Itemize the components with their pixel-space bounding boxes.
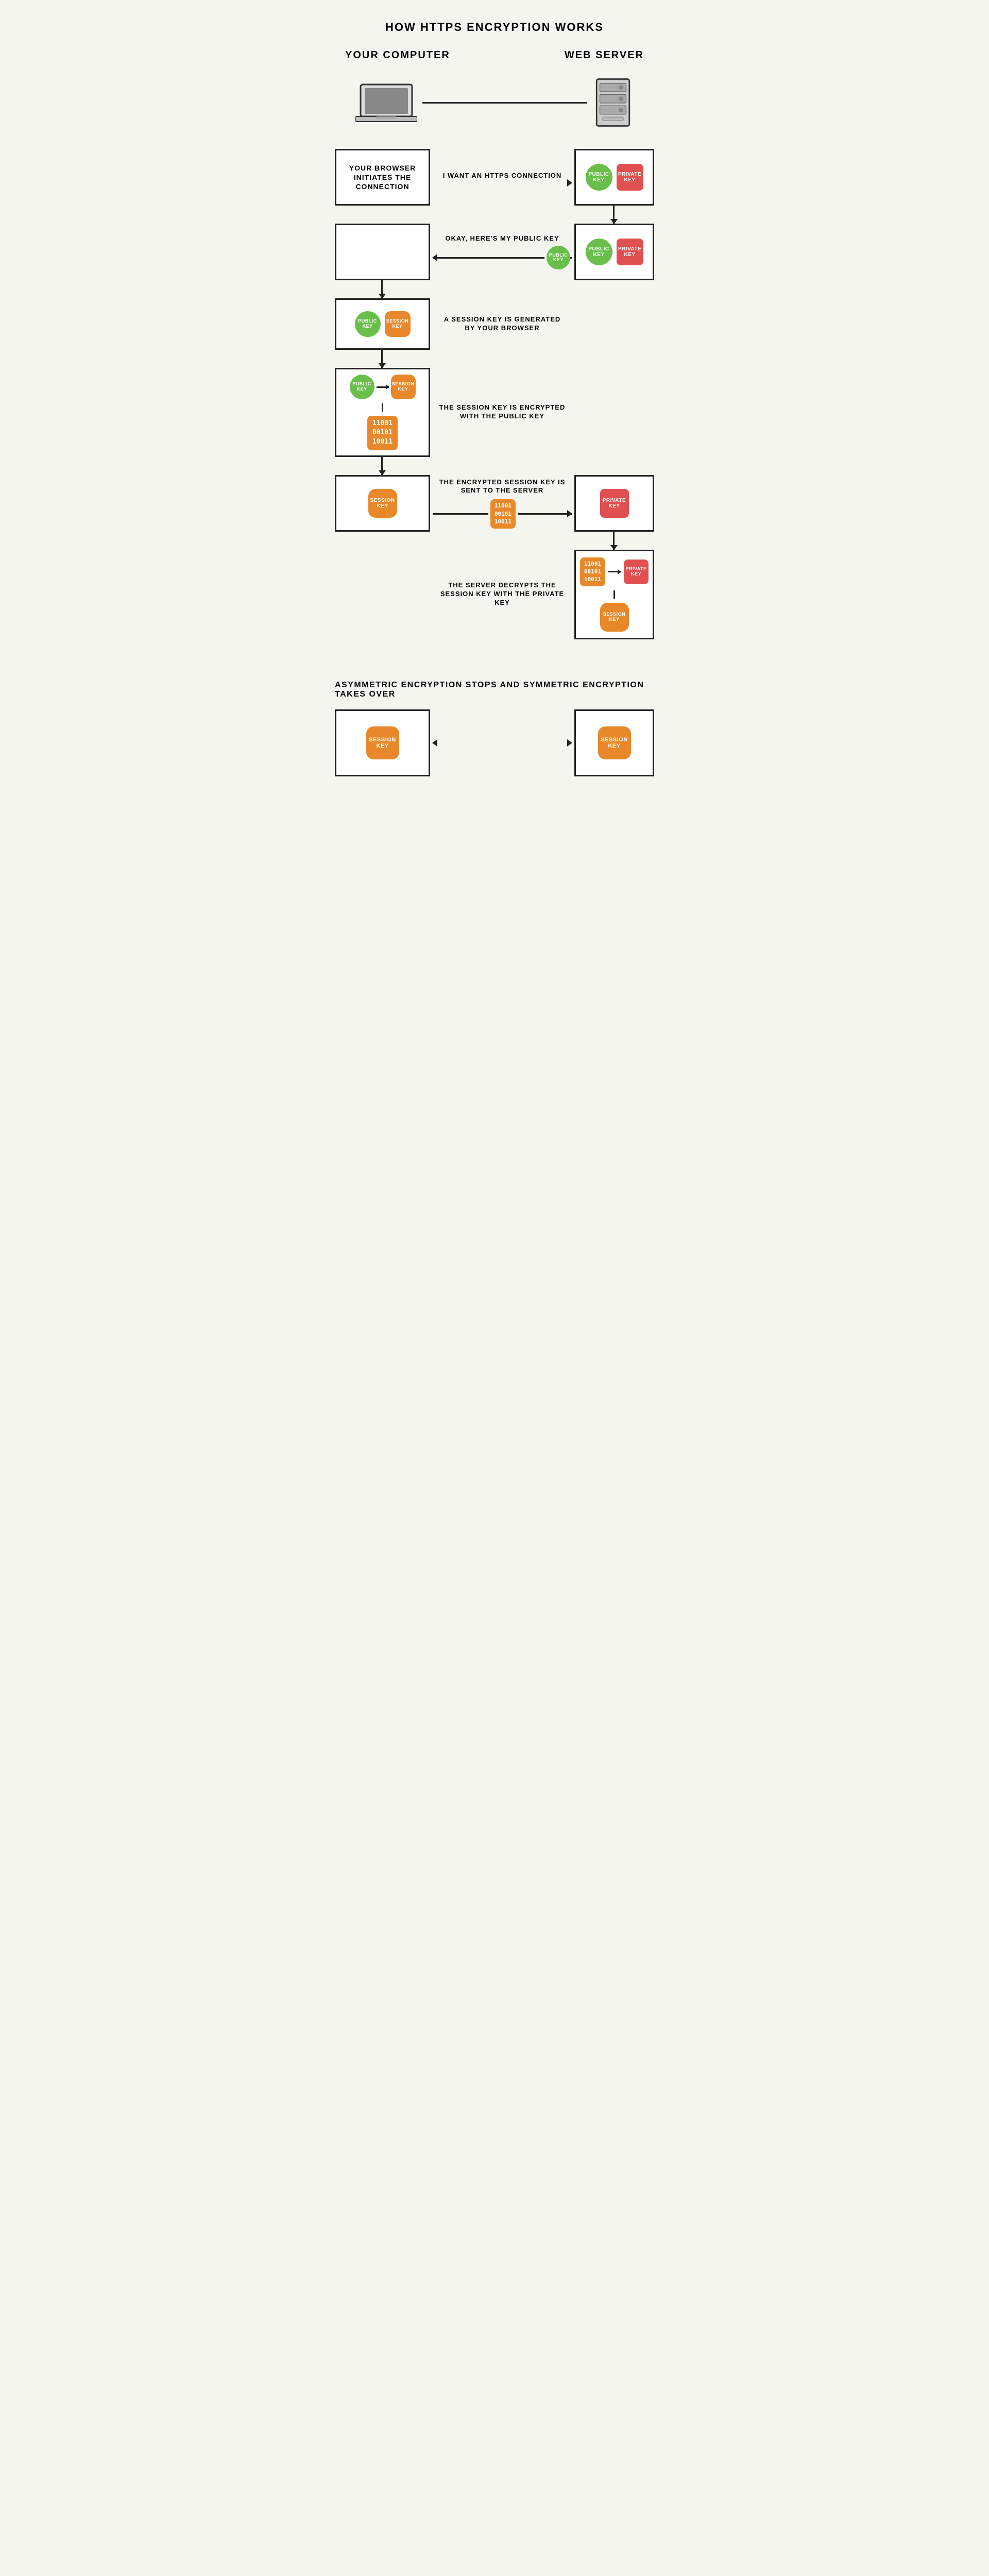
step5-arrow-right (518, 513, 572, 515)
actors-visual (335, 77, 654, 128)
step1-arrow-label: I WANT AN HTTPS CONNECTION (438, 172, 567, 180)
session-key-3: SESSION KEY (385, 311, 411, 337)
step3-label: A SESSION KEY IS GENERATED BY YOUR BROWS… (433, 315, 572, 333)
public-key-4: PUBLIC KEY (350, 375, 374, 399)
step5-left-box: SESSION KEY (335, 475, 430, 532)
step4-binary: 110010010110011 (367, 416, 398, 450)
actors-row: YOUR COMPUTER WEB SERVER (335, 49, 654, 61)
step5-row: SESSION KEY THE ENCRYPTED SESSION KEY IS… (335, 475, 654, 532)
step4-tiny-arrow (377, 386, 389, 388)
symmetric-row: SESSION KEY SESSION KEY (335, 709, 654, 776)
public-key-1: PUBLIC KEY (586, 164, 612, 191)
step1-right-box: PUBLIC KEY PRIVATE KEY (574, 149, 654, 206)
step6-tiny-arrow (608, 571, 621, 572)
step5-label: THE ENCRYPTED SESSION KEY IS SENT TO THE… (433, 478, 572, 496)
step6-inner-arrow (613, 590, 615, 599)
step4-down-arrow (381, 457, 383, 475)
step3-description-area: A SESSION KEY IS GENERATED BY YOUR BROWS… (430, 315, 574, 333)
step2-down-line (381, 280, 383, 298)
step5-down-line (613, 532, 615, 550)
step1-left-text: YOUR BROWSER INITIATES THE CONNECTION (336, 159, 429, 196)
step4-keys-arrow-row: PUBLIC KEY SESSION KEY (350, 375, 416, 399)
private-key-5: PRIVATE KEY (600, 489, 629, 518)
step6-binary: 110010010110011 (580, 557, 605, 586)
symmetric-left-box: SESSION KEY (335, 709, 430, 776)
actors-connection-line (422, 102, 587, 104)
step6-description-area: THE SERVER DECRYPTS THE SESSION KEY WITH… (430, 581, 574, 607)
step2-arrow-label: OKAY, HERE'S MY PUBLIC KEY (440, 234, 564, 243)
step2-right-box: PUBLIC KEY PRIVATE KEY (574, 224, 654, 280)
step1-row: YOUR BROWSER INITIATES THE CONNECTION I … (335, 149, 654, 206)
public-key-2: PUBLIC KEY (586, 239, 612, 265)
step2-row: OKAY, HERE'S MY PUBLIC KEY PUBLIC KEY PU… (335, 224, 654, 280)
step3-down-arrow-wrapper (335, 350, 654, 368)
symmetric-section: ASYMMETRIC ENCRYPTION STOPS AND SYMMETRI… (335, 665, 654, 776)
step5-binary: 110010010110011 (490, 499, 516, 528)
step1-down-arrow-wrapper (335, 206, 654, 224)
symmetric-session-key-left: SESSION KEY (366, 726, 399, 759)
step3-down-arrow (381, 350, 383, 368)
computer-label: YOUR COMPUTER (345, 49, 450, 61)
step2-keys: PUBLIC KEY PRIVATE KEY (581, 233, 649, 270)
step5-right-box: PRIVATE KEY (574, 475, 654, 532)
server-label: WEB SERVER (565, 49, 644, 61)
step6-right-box: 110010010110011 PRIVATE KEY SESSION KEY (574, 550, 654, 639)
step3-row: PUBLIC KEY SESSION KEY A SESSION KEY IS … (335, 298, 654, 350)
step6-label: THE SERVER DECRYPTS THE SESSION KEY WITH… (433, 581, 572, 607)
step5-down-arrow-wrapper (335, 532, 654, 550)
public-key-3: PUBLIC KEY (355, 311, 381, 337)
symmetric-right-box: SESSION KEY (574, 709, 654, 776)
step3-left-box: PUBLIC KEY SESSION KEY (335, 298, 430, 350)
step4-inner-arrow-line (382, 403, 383, 412)
server-icon (592, 77, 634, 128)
step6-decrypt-row: 110010010110011 PRIVATE KEY (580, 557, 649, 586)
step1-down-arrow (613, 206, 615, 224)
session-key-5: SESSION KEY (368, 489, 397, 518)
step5-binary-arrow: 110010010110011 (433, 499, 572, 528)
step2-key-arrow: PUBLIC KEY (433, 246, 572, 269)
step2-down-arrow-wrapper (335, 280, 654, 298)
step5-line (434, 513, 488, 515)
session-key-6: SESSION KEY (600, 603, 629, 632)
step4-down-line (381, 457, 383, 475)
step6-row: THE SERVER DECRYPTS THE SESSION KEY WITH… (335, 550, 654, 639)
laptop-icon (355, 82, 417, 123)
step4-row: PUBLIC KEY SESSION KEY 110010010110011 T… (335, 368, 654, 457)
step1-arrow-area: I WANT AN HTTPS CONNECTION (430, 172, 574, 183)
step5-left-keys: SESSION KEY (363, 484, 402, 523)
step2-line-cap (570, 257, 572, 259)
step2-arrow-area: OKAY, HERE'S MY PUBLIC KEY PUBLIC KEY (430, 234, 574, 270)
page: HOW HTTPS ENCRYPTION WORKS YOUR COMPUTER… (335, 21, 654, 776)
step4-encrypt-content: PUBLIC KEY SESSION KEY 110010010110011 (345, 369, 421, 455)
step3-down-line (381, 350, 383, 368)
private-key-1: PRIVATE KEY (617, 164, 643, 191)
step1-down-line (613, 206, 615, 224)
symmetric-label: ASYMMETRIC ENCRYPTION STOPS AND SYMMETRI… (335, 681, 654, 699)
main-title: HOW HTTPS ENCRYPTION WORKS (385, 21, 604, 34)
step2-left-box (335, 224, 430, 280)
private-key-2: PRIVATE KEY (617, 239, 643, 265)
step3-keys: PUBLIC KEY SESSION KEY (350, 306, 416, 342)
step2-arrow-left-line (433, 257, 544, 259)
step4-left-box: PUBLIC KEY SESSION KEY 110010010110011 (335, 368, 430, 457)
symmetric-session-key-right: SESSION KEY (598, 726, 631, 759)
traveling-public-key: PUBLIC KEY (547, 246, 570, 269)
private-key-6: PRIVATE KEY (624, 560, 649, 584)
step1-left-box: YOUR BROWSER INITIATES THE CONNECTION (335, 149, 430, 206)
step5-down-arrow (613, 532, 615, 550)
step4-down-arrow-wrapper (335, 457, 654, 475)
step4-description-area: THE SESSION KEY IS ENCRYPTED WITH THE PU… (430, 403, 574, 421)
step5-arrow-area: THE ENCRYPTED SESSION KEY IS SENT TO THE… (430, 478, 574, 529)
step4-label: THE SESSION KEY IS ENCRYPTED WITH THE PU… (433, 403, 572, 421)
step1-keys: PUBLIC KEY PRIVATE KEY (581, 159, 649, 196)
step2-down-arrow (381, 280, 383, 298)
session-key-4: SESSION KEY (391, 375, 416, 399)
